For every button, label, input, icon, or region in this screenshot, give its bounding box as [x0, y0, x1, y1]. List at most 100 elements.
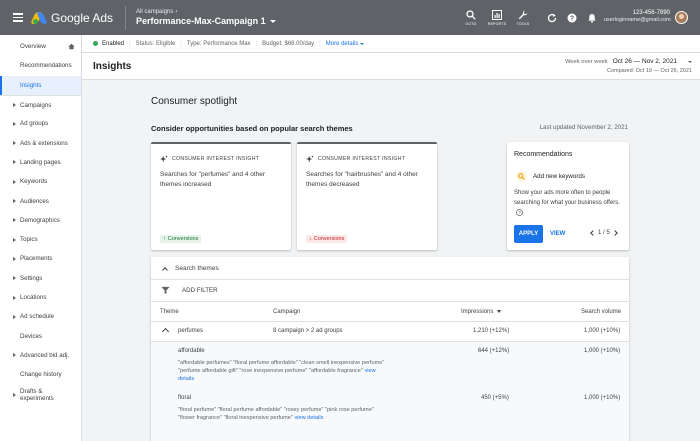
- section-title: Consumer spotlight: [151, 96, 238, 107]
- sparkle-icon: [306, 155, 314, 163]
- svg-text:?: ?: [518, 210, 521, 215]
- recommendations-title: Recommendations: [514, 151, 573, 158]
- campaign-cell: 8 campaign > 2 ad groups: [273, 328, 343, 334]
- campaign-type: Type: Performance Max: [186, 40, 251, 47]
- account-id: 123-456-7890: [632, 10, 670, 16]
- more-details-link[interactable]: More details: [326, 41, 365, 47]
- theme-cell: affordable: [178, 348, 205, 354]
- sidebar-item-ads-extensions[interactable]: Ads & extensions: [0, 133, 81, 152]
- date-range: Oct 26 — Nov 2, 2021: [612, 58, 677, 65]
- sidebar-item-label: Demographics: [20, 216, 60, 224]
- table-row: affordable 644 (+12%) 1,000 (+10%) "affo…: [151, 342, 629, 392]
- search-themes-label: Search themes: [175, 264, 219, 272]
- chevron-right-icon[interactable]: [611, 230, 618, 236]
- top-tools: GOTO REPORTS TOOLS ?: [458, 0, 602, 35]
- view-button[interactable]: VIEW: [550, 231, 565, 237]
- tools-button[interactable]: TOOLS: [510, 10, 536, 26]
- insight-card-perfumes[interactable]: CONSUMER INTEREST INSIGHT Searches for "…: [151, 142, 291, 250]
- search-terms: "floral perfume" "floral perfume afforda…: [178, 406, 388, 422]
- sidebar-item-audiences[interactable]: Audiences: [0, 191, 81, 210]
- goto-button[interactable]: GOTO: [458, 9, 484, 26]
- top-app-bar: Google Ads All campaigns › Performance-Ma…: [0, 0, 700, 35]
- help-button[interactable]: ?: [562, 13, 582, 23]
- apply-button[interactable]: APPLY: [514, 225, 543, 243]
- hamburger-menu-icon[interactable]: [7, 0, 29, 35]
- sidebar-item-recommendations[interactable]: Recommendations: [0, 56, 81, 75]
- sidebar-item-label: Recommendations: [20, 62, 72, 70]
- theme-cell: perfumes: [178, 328, 204, 334]
- expand-arrow-icon: [13, 295, 16, 300]
- recommendation-description: Show your ads more often to people searc…: [514, 188, 624, 218]
- column-header-theme[interactable]: Theme: [160, 309, 179, 315]
- avatar[interactable]: [675, 11, 688, 24]
- status-separator: |: [129, 40, 131, 47]
- reports-button[interactable]: REPORTS: [484, 9, 510, 26]
- chevron-down-icon[interactable]: [688, 60, 692, 63]
- expand-arrow-icon: [13, 121, 16, 126]
- sidebar-item-landing-pages[interactable]: Landing pages: [0, 153, 81, 172]
- sidebar-item-advanced-bid-adj[interactable]: Advanced bid adj.: [0, 346, 81, 365]
- comparison-period-label: Week over week: [564, 58, 608, 65]
- sidebar-item-insights[interactable]: Insights: [0, 75, 81, 95]
- recommendation-item[interactable]: Add new keywords: [516, 171, 585, 182]
- sidebar-item-drafts-experiments[interactable]: Drafts & experiments: [0, 384, 81, 406]
- sidebar-item-locations[interactable]: Locations: [0, 288, 81, 307]
- filter-icon[interactable]: [161, 286, 170, 295]
- sidebar-item-label: Settings: [20, 274, 43, 282]
- search-volume-cell: 1,000 (+10%): [584, 348, 621, 354]
- sidebar-item-label: Locations: [20, 294, 47, 301]
- enabled-status-dot-icon: [93, 41, 98, 46]
- date-range-picker[interactable]: Week over week Oct 26 — Nov 2, 2021 Comp…: [552, 58, 692, 74]
- refresh-button[interactable]: [542, 13, 562, 23]
- sidebar-item-ad-groups[interactable]: Ad groups: [0, 114, 81, 133]
- sidebar-item-placements[interactable]: Placements: [0, 249, 81, 268]
- bell-icon: [588, 13, 596, 23]
- sidebar-item-keywords[interactable]: Keywords: [0, 172, 81, 191]
- sidebar-item-overview[interactable]: Overview: [0, 37, 81, 56]
- view-details-link[interactable]: view details: [294, 415, 323, 421]
- expand-arrow-icon: [13, 103, 16, 108]
- help-icon[interactable]: ?: [516, 209, 523, 216]
- sidebar-item-devices[interactable]: Devices: [0, 326, 81, 345]
- insight-card-hairbrushes[interactable]: CONSUMER INTEREST INSIGHT Searches for "…: [297, 142, 437, 250]
- sidebar-item-label: Insights: [20, 81, 42, 89]
- card-label: CONSUMER INTEREST INSIGHT: [306, 155, 405, 163]
- search-themes-panel: Search themes ADD FILTER Theme Campaign …: [151, 257, 629, 441]
- account-info[interactable]: 123-456-7890 userloginname@gmail.com: [604, 10, 671, 23]
- arrow-up-icon: ↑: [163, 236, 166, 242]
- sidebar-item-demographics[interactable]: Demographics: [0, 211, 81, 230]
- expand-arrow-icon: [13, 393, 16, 398]
- sidebar-item-label: Devices: [20, 332, 43, 340]
- column-header-search-volume[interactable]: Search volume: [581, 309, 621, 315]
- campaign-breadcrumb[interactable]: All campaigns › Performance-Max-Campaign …: [136, 9, 276, 26]
- sidebar-item-topics[interactable]: Topics: [0, 230, 81, 249]
- column-header-impressions[interactable]: Impressions: [461, 309, 502, 315]
- wrench-icon: [518, 10, 528, 19]
- chevron-left-icon[interactable]: [590, 230, 596, 236]
- status-separator: |: [180, 40, 182, 47]
- sidebar-item-settings[interactable]: Settings: [0, 269, 81, 288]
- add-filter-button[interactable]: ADD FILTER: [182, 287, 218, 294]
- chevron-down-icon[interactable]: [269, 19, 276, 23]
- sidebar-item-label: Audiences: [20, 197, 49, 205]
- sidebar-item-label: Campaigns: [20, 101, 52, 109]
- column-header-campaign[interactable]: Campaign: [273, 309, 300, 315]
- expand-arrow-icon: [13, 256, 16, 261]
- search-volume-cell: 1,000 (+10%): [584, 328, 621, 334]
- search-themes-toggle[interactable]: Search themes: [151, 257, 629, 280]
- sidebar-item-label: Topics: [20, 236, 38, 244]
- status-separator: |: [255, 40, 258, 47]
- expand-arrow-icon: [13, 314, 16, 319]
- notifications-button[interactable]: [582, 13, 602, 23]
- sidebar-item-change-history[interactable]: Change history: [0, 365, 81, 384]
- sort-descending-icon: [497, 309, 502, 313]
- sidebar-item-campaigns[interactable]: Campaigns: [0, 94, 81, 114]
- google-ads-logo[interactable]: Google Ads: [30, 11, 113, 25]
- sidebar-item-label: Ad schedule: [20, 313, 55, 321]
- chevron-up-icon[interactable]: [161, 327, 170, 336]
- sidebar-item-ad-schedule[interactable]: Ad schedule: [0, 307, 81, 326]
- table-row[interactable]: perfumes 8 campaign > 2 ad groups 1,210 …: [151, 322, 629, 342]
- pager-text: 1 / 5: [598, 230, 610, 236]
- expand-arrow-icon: [13, 218, 16, 223]
- breadcrumb-parent[interactable]: All campaigns: [136, 9, 173, 15]
